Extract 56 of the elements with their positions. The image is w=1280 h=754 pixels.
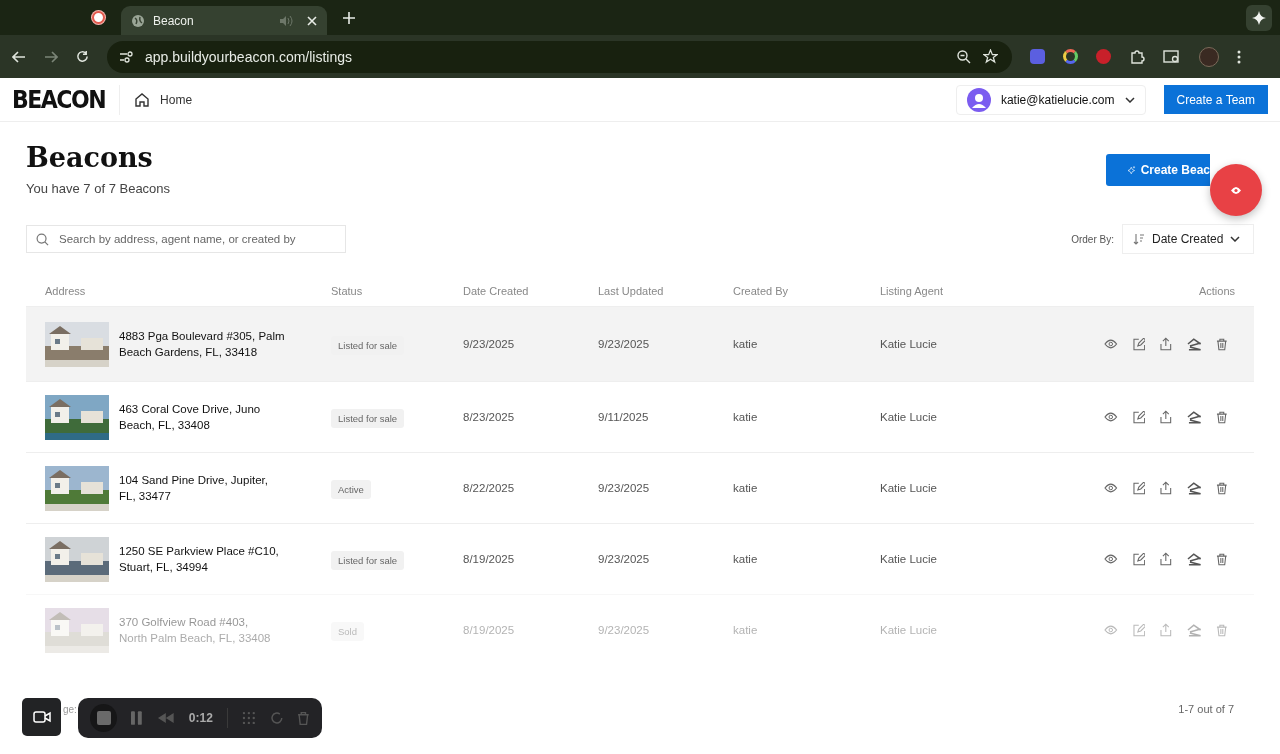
address-text[interactable]: 463 Coral Cove Drive, Juno Beach, FL, 33408 <box>119 401 287 433</box>
table-cell-text: katie <box>733 411 759 423</box>
table-row[interactable]: 4883 Pga Boulevard #305, Palm Beach Gardens, FL, 33418 Listed for sale 9/23/2025 9/23/2025 katie Katie Lucie <box>26 306 1254 381</box>
table-cell-text: katie <box>733 624 759 636</box>
table-cell-text: 9/11/2025 <box>598 411 650 423</box>
logo[interactable]: BEACON <box>12 85 106 114</box>
url-text: app.buildyourbeacon.com/listings <box>145 48 352 65</box>
table-cell-text: Katie Lucie <box>880 624 938 636</box>
page-title: Beacons <box>26 142 154 173</box>
home-link[interactable]: Home <box>134 91 193 108</box>
table-cell-text: 9/23/2025 <box>598 482 651 494</box>
table-cell-text: 9/23/2025 <box>598 553 651 565</box>
address-text: North Palm Beach, FL, 33408 <box>119 631 272 646</box>
table-cell-text: katie <box>733 482 759 494</box>
table-cell-text: 8/19/2025 <box>463 553 516 565</box>
create-team-button[interactable]: Create a Team <box>1163 85 1268 114</box>
table-cell-text: katie <box>733 553 759 565</box>
table-cell-text: Katie Lucie <box>880 338 938 350</box>
create-beacon-button[interactable]: Create Beac <box>1106 154 1210 186</box>
table-cell-text: 9/23/2025 <box>598 338 651 350</box>
order-by-dropdown[interactable]: Date Created <box>1122 224 1254 254</box>
recording-time: 0:12 <box>188 711 213 725</box>
page-label: ge: <box>63 703 77 715</box>
status-tag: Listed for sale <box>331 551 405 570</box>
pagination-range: 1-7 out of 7 <box>1178 703 1234 715</box>
browser-tab[interactable]: Beacon <box>121 6 327 35</box>
search-field[interactable]: Search by address, agent name, or created by <box>26 225 346 253</box>
table-cell-text: Katie Lucie <box>880 482 938 494</box>
status-tag: Active <box>331 480 371 499</box>
order-by-label: Order By: <box>1071 233 1114 245</box>
beacon-count: You have 7 of 7 Beacons <box>26 181 171 196</box>
column-header: Created By <box>733 285 790 297</box>
table-cell-text: 8/23/2025 <box>463 411 516 423</box>
status-tag: Listed for sale <box>331 409 405 428</box>
table-cell-text: 8/22/2025 <box>463 482 516 494</box>
table-cell-text: Katie Lucie <box>880 553 938 565</box>
table-row[interactable]: 104 Sand Pine Drive, Jupiter, FL, 33477 Active 8/22/2025 9/23/2025 katie Katie Lucie <box>26 452 1254 523</box>
tab-title: Beacon <box>153 13 195 28</box>
table-row[interactable]: 463 Coral Cove Drive, Juno Beach, FL, 33408 Listed for sale 8/23/2025 9/11/2025 katie Katie Lucie <box>26 381 1254 452</box>
table-cell-text: 8/19/2025 <box>463 624 516 636</box>
account-dropdown[interactable]: katie@katielucie.com <box>955 84 1146 115</box>
address-text[interactable]: 1250 SE Parkview Place #C10, Stuart, FL, 34994 <box>119 543 287 575</box>
address-bar[interactable]: app.buildyourbeacon.com/listings <box>107 40 1012 73</box>
column-header: Address <box>44 285 87 297</box>
address-text[interactable]: 104 Sand Pine Drive, Jupiter, FL, 33477 <box>119 472 287 504</box>
column-header: Last Updated <box>598 285 665 297</box>
column-header: Date Created <box>463 285 530 297</box>
column-header: Listing Agent <box>880 285 944 297</box>
table-cell-text: 9/23/2025 <box>598 624 651 636</box>
table-cell-text: 9/23/2025 <box>463 338 516 350</box>
table-cell-text: Katie Lucie <box>880 411 938 423</box>
table-cell-text: katie <box>733 338 759 350</box>
column-header: Actions <box>1197 285 1236 297</box>
column-header: Status <box>331 285 364 297</box>
table-row[interactable]: 1250 SE Parkview Place #C10, Stuart, FL, 34994 Listed for sale 8/19/2025 9/23/2025 katie Katie Lucie <box>26 523 1254 594</box>
address-text[interactable]: 4883 Pga Boulevard #305, Palm Beach Gardens, FL, 33418 <box>119 328 287 360</box>
